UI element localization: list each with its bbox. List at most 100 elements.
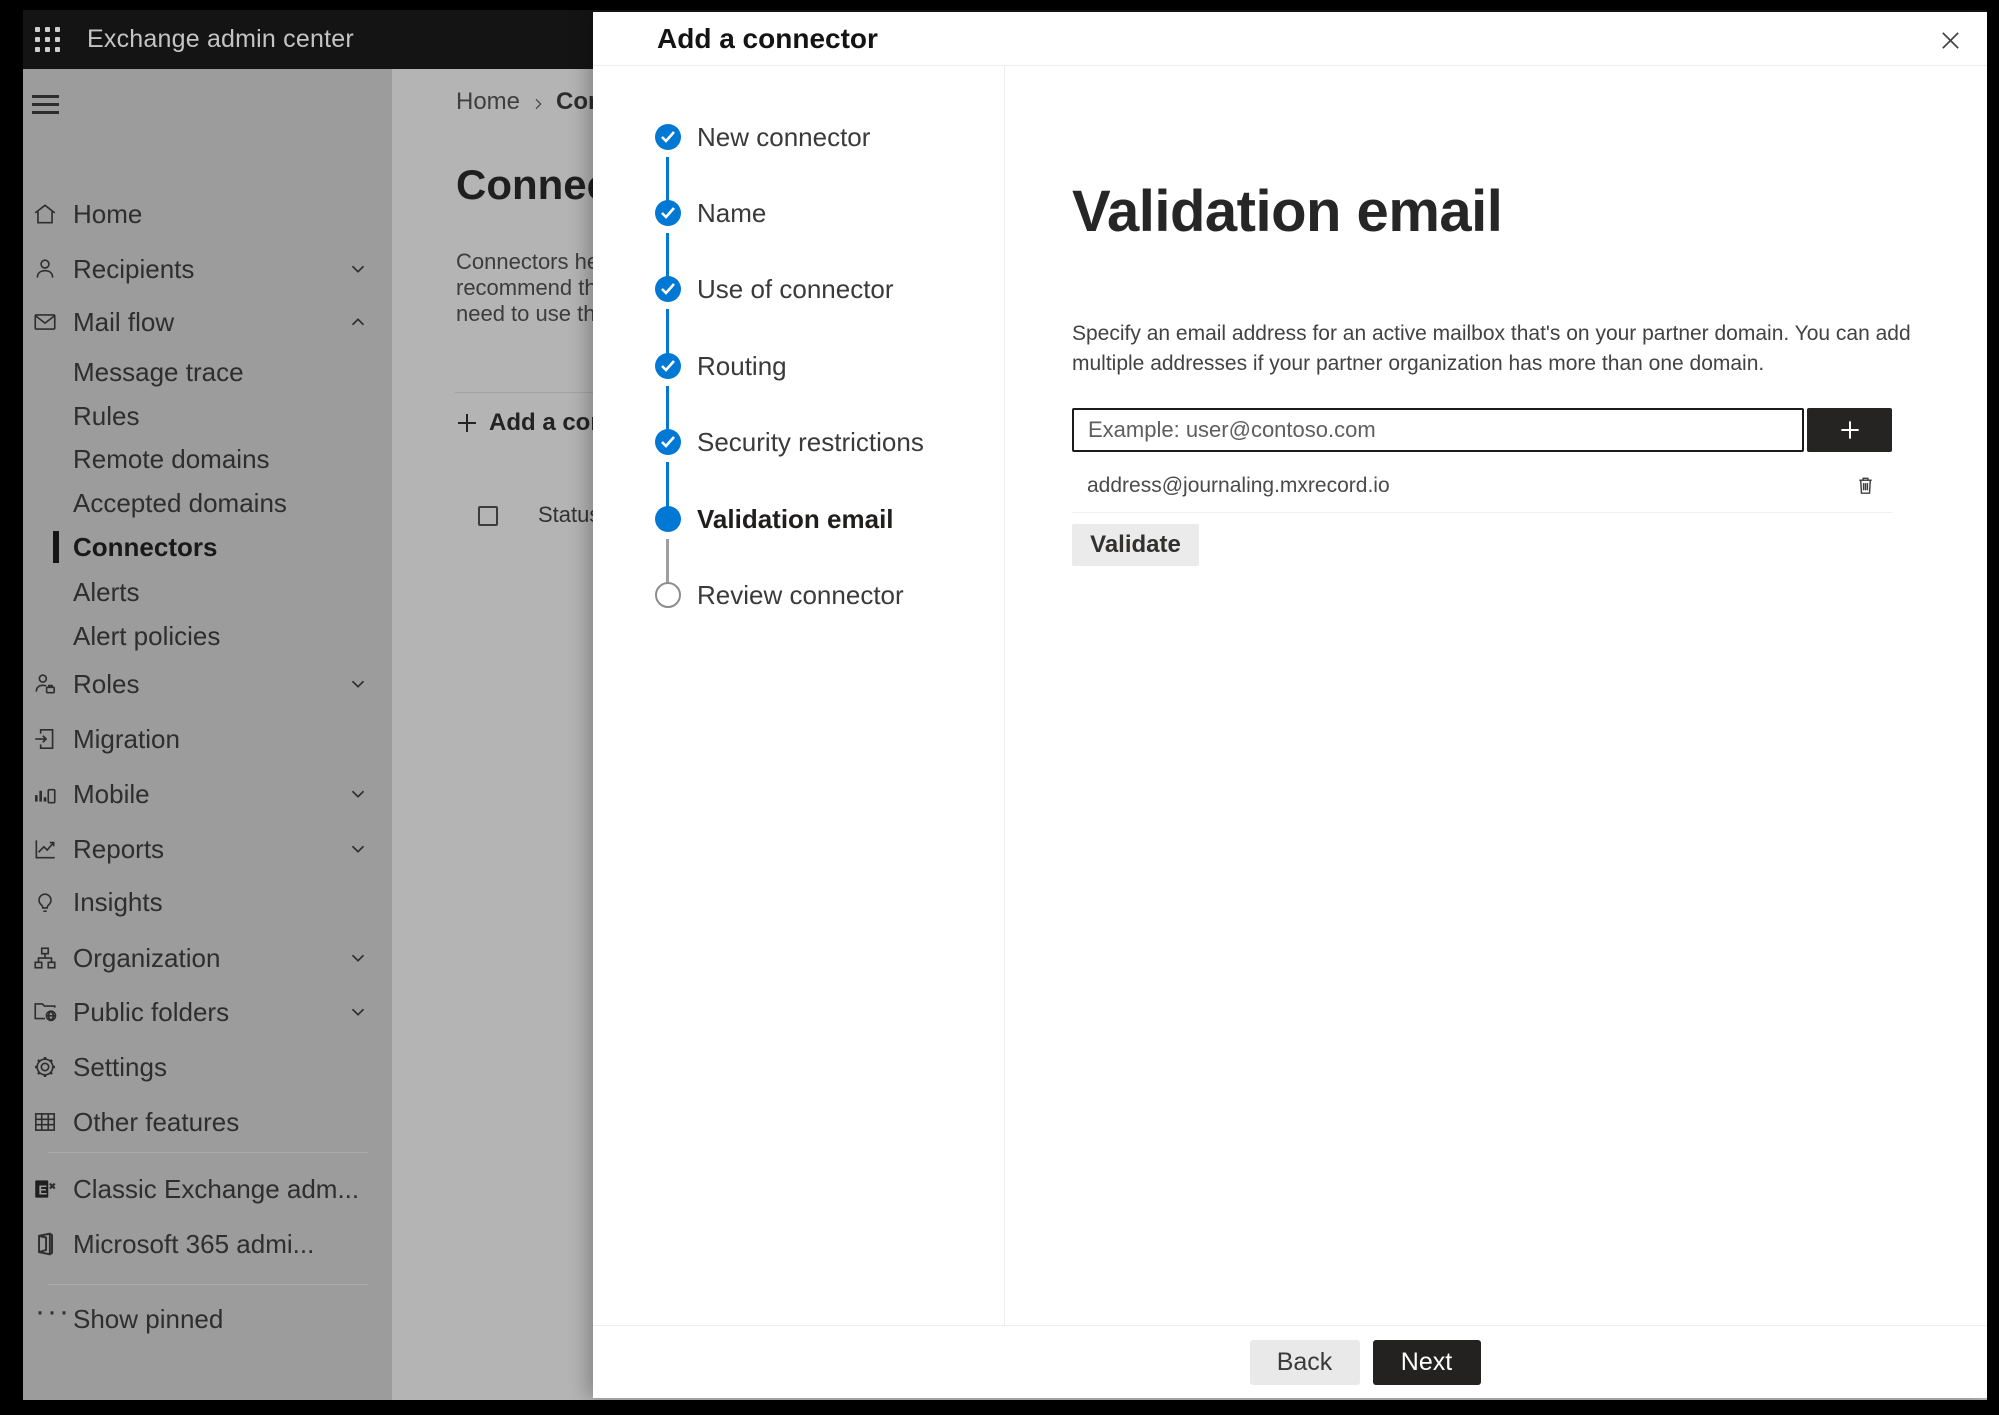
selected-indicator bbox=[53, 531, 59, 563]
nav-divider bbox=[48, 1152, 368, 1153]
step-connector-line bbox=[666, 462, 669, 509]
validation-email-input[interactable] bbox=[1072, 408, 1804, 452]
step-current-icon bbox=[655, 506, 681, 532]
sidebar-item-mobile[interactable]: Mobile bbox=[23, 776, 392, 812]
plus-icon bbox=[458, 414, 476, 432]
step-routing: Routing bbox=[593, 351, 1004, 385]
add-address-button[interactable] bbox=[1807, 408, 1892, 452]
gear-icon bbox=[35, 1057, 55, 1077]
sidebar-item-home[interactable]: Home bbox=[23, 196, 392, 232]
sidebar-item-remote-domains[interactable]: Remote domains bbox=[23, 441, 392, 477]
line-chart-icon bbox=[35, 840, 55, 859]
sidebar-item-reports[interactable]: Reports bbox=[23, 831, 392, 867]
next-button[interactable]: Next bbox=[1372, 1339, 1481, 1385]
sidebar-item-public-folders[interactable]: Public folders bbox=[23, 994, 392, 1030]
mobile-stats-icon bbox=[35, 788, 56, 804]
sidebar-item-organization[interactable]: Organization bbox=[23, 940, 392, 976]
migration-icon bbox=[35, 728, 54, 750]
step-connector-line bbox=[666, 539, 669, 585]
sidebar-item-accepted-domains[interactable]: Accepted domains bbox=[23, 485, 392, 521]
chevron-up-icon bbox=[351, 318, 365, 326]
classic-exchange-icon: E bbox=[35, 1180, 56, 1198]
step-description: Specify an email address for an active m… bbox=[1072, 322, 1911, 375]
mail-icon bbox=[34, 314, 56, 330]
sidebar-item-roles[interactable]: Roles bbox=[23, 666, 392, 702]
sidebar-item-settings[interactable]: Settings bbox=[23, 1049, 392, 1085]
sidebar-item-message-trace[interactable]: Message trace bbox=[23, 354, 392, 390]
app-title: Exchange admin center bbox=[87, 25, 354, 53]
step-completed-icon bbox=[655, 200, 681, 226]
left-nav: Home Recipients Mail flow Message trace … bbox=[23, 69, 392, 1400]
breadcrumb-home-link[interactable]: Home bbox=[456, 88, 520, 116]
add-connector-panel: Add a connector New connector Name Use o… bbox=[593, 12, 1987, 1398]
address-list-item: address@journaling.mxrecord.io bbox=[1072, 466, 1892, 506]
step-heading: Validation email bbox=[1072, 179, 1503, 244]
svg-text:E: E bbox=[39, 1182, 48, 1197]
chevron-right-icon bbox=[535, 98, 542, 109]
lightbulb-icon bbox=[38, 893, 52, 913]
step-connector-line bbox=[666, 157, 669, 203]
step-completed-icon bbox=[655, 124, 681, 150]
trash-icon bbox=[1858, 477, 1872, 494]
step-content: Validation email Specify an email addres… bbox=[1005, 66, 1987, 1325]
wizard-steps: New connector Name Use of connector Rout… bbox=[593, 66, 1005, 1325]
panel-body: New connector Name Use of connector Rout… bbox=[593, 66, 1987, 1325]
close-button[interactable] bbox=[1931, 21, 1969, 59]
page-title: Connec bbox=[456, 161, 611, 208]
sidebar-item-insights[interactable]: Insights bbox=[23, 884, 392, 920]
step-completed-icon bbox=[655, 353, 681, 379]
step-connector-line bbox=[666, 233, 669, 279]
home-icon bbox=[34, 204, 56, 224]
select-all-checkbox[interactable] bbox=[478, 506, 498, 526]
sidebar-item-alert-policies[interactable]: Alert policies bbox=[23, 618, 392, 654]
step-security-restrictions: Security restrictions bbox=[593, 427, 1004, 461]
panel-title: Add a connector bbox=[657, 22, 878, 54]
sidebar-item-mail-flow[interactable]: Mail flow bbox=[23, 304, 392, 340]
sidebar-item-alerts[interactable]: Alerts bbox=[23, 574, 392, 610]
hamburger-menu-icon[interactable] bbox=[32, 90, 72, 122]
step-upcoming-icon bbox=[655, 582, 681, 608]
step-new-connector: New connector bbox=[593, 122, 1004, 156]
sidebar-item-classic-exchange[interactable]: E Classic Exchange adm... bbox=[23, 1171, 392, 1207]
chevron-down-icon bbox=[351, 845, 365, 853]
step-completed-icon bbox=[655, 429, 681, 455]
address-divider bbox=[1072, 512, 1892, 513]
sidebar-item-show-pinned[interactable]: ··· Show pinned bbox=[23, 1295, 392, 1337]
person-icon bbox=[36, 259, 54, 278]
table-icon bbox=[34, 1113, 56, 1131]
validate-button[interactable]: Validate bbox=[1072, 524, 1199, 566]
close-icon bbox=[1941, 31, 1959, 49]
step-validation-email: Validation email bbox=[593, 504, 1004, 538]
chevron-down-icon bbox=[351, 1008, 365, 1016]
step-use-of-connector: Use of connector bbox=[593, 274, 1004, 308]
sidebar-item-recipients[interactable]: Recipients bbox=[23, 251, 392, 287]
folder-globe-icon bbox=[34, 1003, 57, 1022]
status-column-header[interactable]: Status bbox=[538, 502, 600, 528]
chevron-down-icon bbox=[351, 265, 365, 273]
app-launcher-icon[interactable] bbox=[35, 26, 61, 53]
email-entry-row bbox=[1072, 408, 1892, 452]
microsoft-365-icon bbox=[38, 1232, 54, 1256]
step-name: Name bbox=[593, 198, 1004, 232]
address-value: address@journaling.mxrecord.io bbox=[1087, 474, 1390, 497]
org-chart-icon bbox=[34, 947, 56, 969]
step-completed-icon bbox=[655, 276, 681, 302]
sidebar-item-migration[interactable]: Migration bbox=[23, 721, 392, 757]
nav-divider bbox=[48, 1284, 368, 1285]
step-connector-line bbox=[666, 309, 669, 356]
step-connector-line bbox=[666, 386, 669, 432]
sidebar-item-connectors[interactable]: Connectors bbox=[23, 529, 392, 565]
back-button[interactable]: Back bbox=[1249, 1339, 1360, 1385]
app-stage: Home Conne Connec Connectors help recomm… bbox=[23, 10, 1987, 1400]
sidebar-item-other-features[interactable]: Other features bbox=[23, 1104, 392, 1140]
plus-icon bbox=[1840, 421, 1859, 439]
step-review-connector: Review connector bbox=[593, 580, 1004, 614]
panel-footer: Back Next bbox=[593, 1325, 1987, 1398]
chevron-down-icon bbox=[351, 954, 365, 962]
chevron-down-icon bbox=[351, 680, 365, 688]
delete-address-button[interactable] bbox=[1850, 472, 1880, 502]
sidebar-item-rules[interactable]: Rules bbox=[23, 398, 392, 434]
sidebar-item-microsoft-365[interactable]: Microsoft 365 admi... bbox=[23, 1226, 392, 1262]
panel-header: Add a connector bbox=[593, 12, 1987, 66]
person-briefcase-icon bbox=[35, 674, 56, 694]
